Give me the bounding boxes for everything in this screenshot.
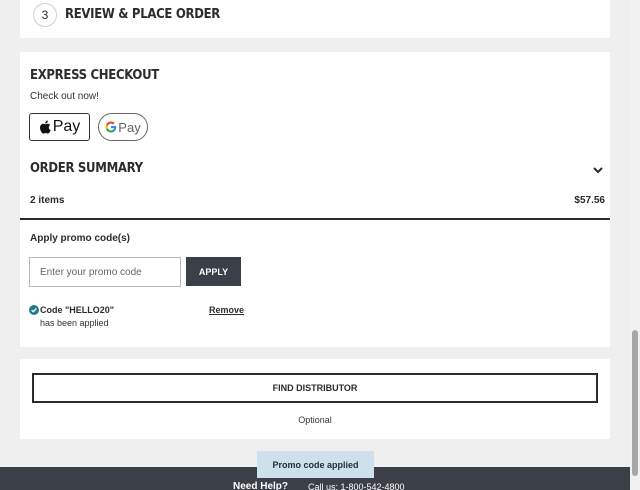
apple-icon (39, 120, 51, 134)
order-summary-title: ORDER SUMMARY (30, 161, 143, 176)
checkout-card: EXPRESS CHECKOUT Check out now! Pay Pay … (20, 52, 610, 347)
step-number: 3 (33, 3, 57, 27)
google-pay-button[interactable]: Pay (98, 113, 148, 141)
summary-divider (20, 218, 610, 220)
promo-code-input[interactable] (29, 257, 181, 287)
google-pay-label: Pay (118, 119, 141, 135)
check-circle-icon (29, 305, 39, 315)
find-distributor-button[interactable]: FIND DISTRIBUTOR (32, 373, 598, 403)
distributor-card: FIND DISTRIBUTOR Optional (20, 359, 610, 439)
need-help-label: Need Help? (233, 481, 289, 490)
apple-pay-label: Pay (52, 118, 81, 135)
order-total: $57.56 (574, 195, 605, 206)
applied-status: has been applied (40, 318, 109, 328)
apple-pay-button[interactable]: Pay (29, 113, 90, 141)
call-us-link[interactable]: Call us: 1-800-542-4800 (308, 482, 405, 490)
google-g-icon (105, 121, 117, 133)
express-checkout-title: EXPRESS CHECKOUT (30, 68, 159, 83)
step-title: REVIEW & PLACE ORDER (65, 7, 221, 22)
chevron-down-icon[interactable] (592, 164, 604, 176)
items-count: 2 items (30, 195, 65, 206)
promo-label: Apply promo code(s) (30, 233, 131, 244)
scrollbar-thumb[interactable] (632, 330, 638, 476)
applied-code: Code "HELLO20" (40, 305, 115, 315)
remove-promo-link[interactable]: Remove (209, 305, 244, 315)
express-checkout-subtitle: Check out now! (30, 91, 99, 102)
promo-applied-toast: Promo code applied (257, 451, 374, 478)
optional-label: Optional (298, 415, 332, 425)
apply-button[interactable]: APPLY (186, 257, 241, 286)
step-card: 3 REVIEW & PLACE ORDER (20, 0, 610, 38)
